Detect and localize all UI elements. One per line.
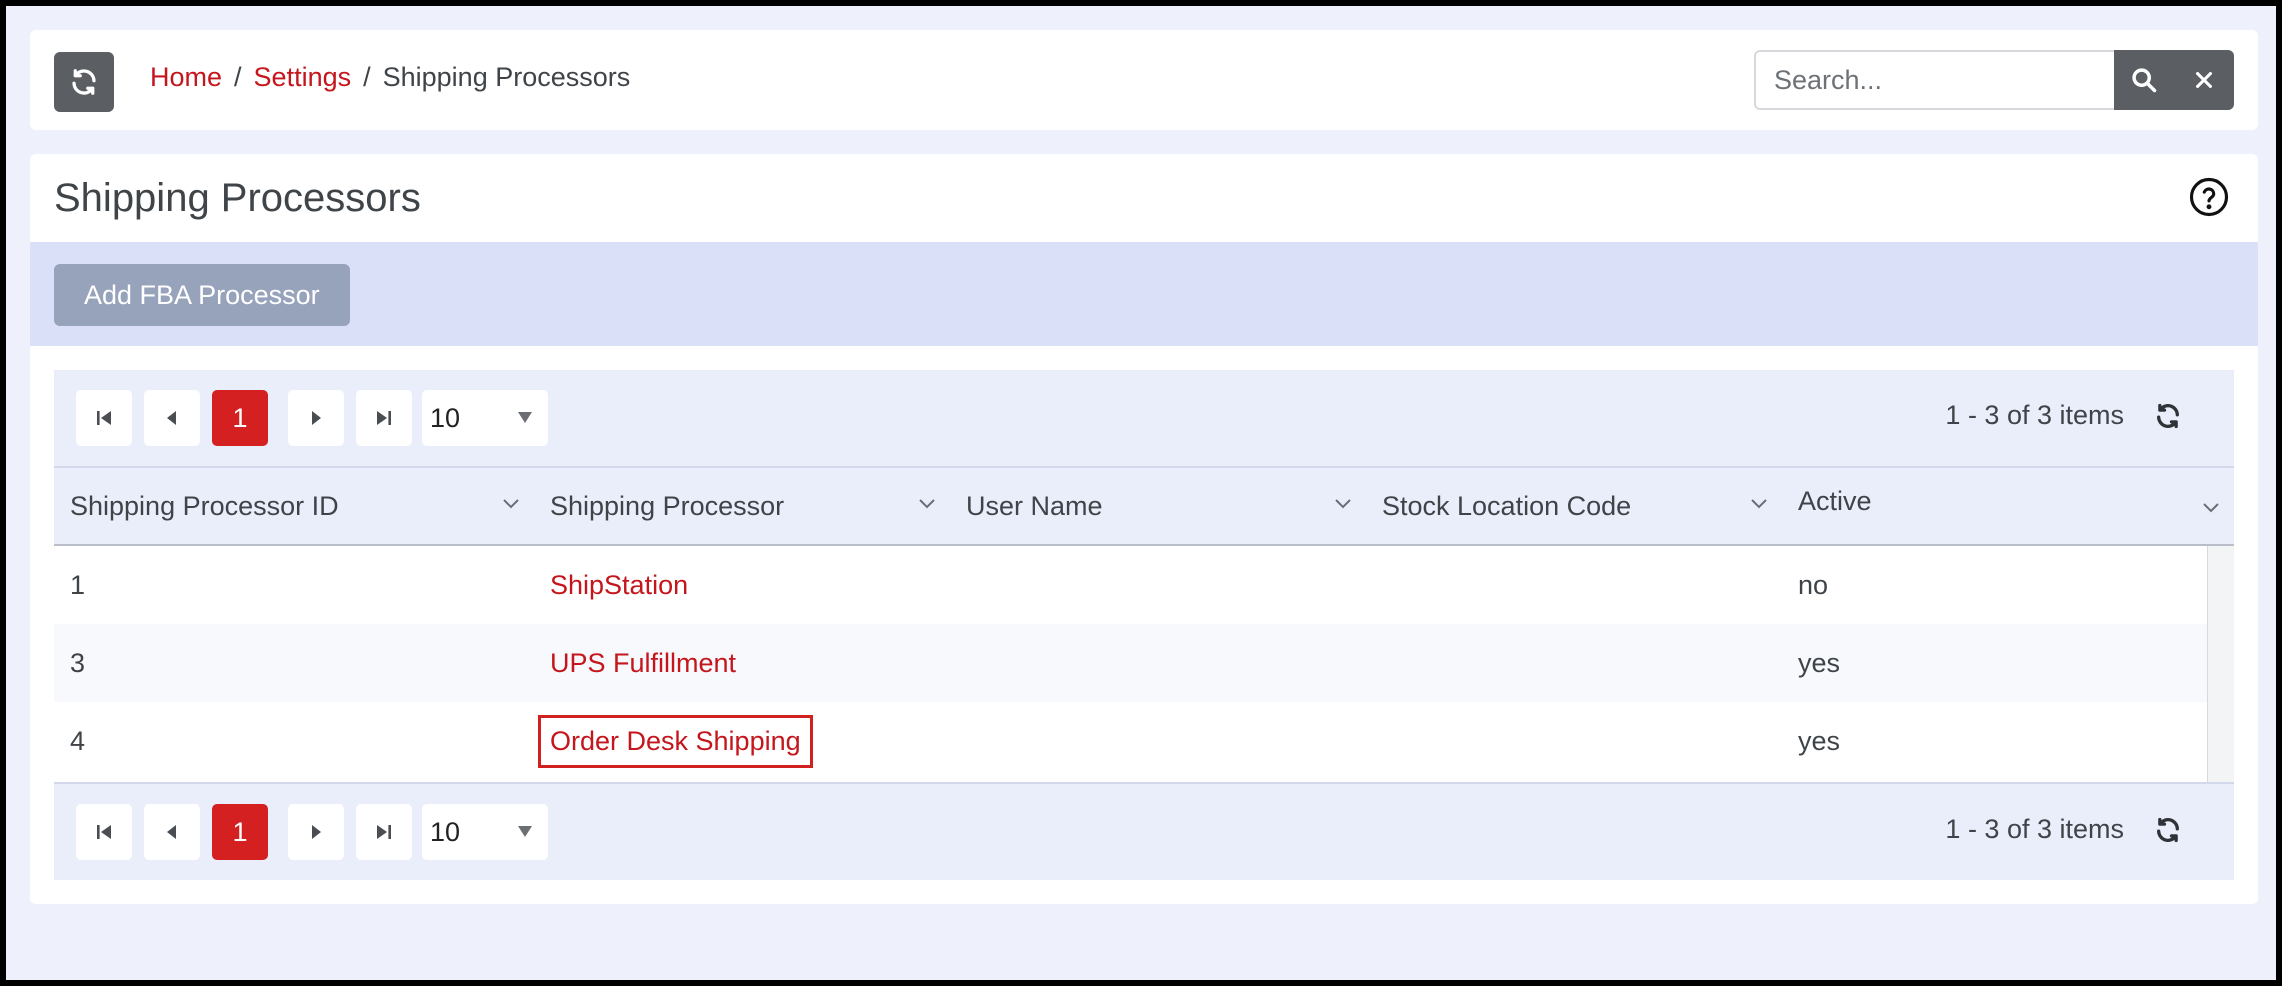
breadcrumb-separator: / [234,62,242,92]
next-page-button[interactable] [288,390,344,446]
clear-search-button[interactable] [2174,50,2234,110]
pager-refresh-button[interactable] [2154,402,2182,435]
column-label: User Name [966,490,1103,521]
first-page-button[interactable] [76,390,132,446]
cell-processor: ShipStation [550,546,688,624]
column-label: Shipping Processor [550,490,785,521]
close-icon [2196,72,2212,88]
highlight-box: Order Desk Shipping [538,714,813,768]
page-size-select[interactable]: 10 [422,804,548,860]
search-bar [1754,50,2234,110]
first-page-button[interactable] [76,804,132,860]
next-page-button[interactable] [288,804,344,860]
table-header: Shipping Processor ID Shipping Processor… [54,466,2234,546]
breadcrumb-current: Shipping Processors [382,62,631,92]
search-input[interactable] [1754,50,2114,110]
cell-active: yes [1798,725,1841,756]
pager-bottom: 1 10 1 - 3 of 3 items [54,784,2234,880]
chevron-down-icon[interactable] [2202,502,2220,514]
prev-page-icon [167,411,176,425]
page-size-value: 10 [430,816,461,847]
top-bar: Home / Settings / Shipping Processors [30,30,2258,130]
column-header-processor[interactable]: Shipping Processor [550,468,950,544]
processor-link[interactable]: ShipStation [550,570,688,601]
column-header-user-name[interactable]: User Name [966,468,1366,544]
last-page-icon [377,825,391,839]
first-page-icon [97,825,111,839]
breadcrumb-home-link[interactable]: Home [150,62,222,93]
column-label: Active [1798,486,1872,516]
search-icon [2132,68,2157,93]
breadcrumb-separator: / [363,62,371,92]
processor-link[interactable]: Order Desk Shipping [550,726,801,756]
column-label: Shipping Processor ID [70,490,339,521]
last-page-button[interactable] [356,804,412,860]
pager-top: 1 10 1 - 3 of 3 items [54,370,2234,466]
column-header-active[interactable]: Active [1798,468,2234,544]
cell-active: yes [1798,647,1841,678]
page-1-button[interactable]: 1 [212,804,268,860]
first-page-icon [97,411,111,425]
page-size-value: 10 [430,402,461,433]
page-title: Shipping Processors [54,176,421,220]
cell-processor: Order Desk Shipping [538,702,813,780]
page-size-select[interactable]: 10 [422,390,548,446]
pager-info: 1 - 3 of 3 items [1945,400,2124,430]
column-header-id[interactable]: Shipping Processor ID [70,468,534,544]
cell-id: 1 [70,569,86,600]
column-label: Stock Location Code [1382,490,1632,521]
cell-active: no [1798,569,1829,600]
table-row[interactable]: 4 Order Desk Shipping yes [54,702,2208,780]
last-page-icon [377,411,391,425]
page-1-button[interactable]: 1 [212,390,268,446]
help-icon [2189,177,2229,217]
vertical-scrollbar[interactable] [2207,546,2234,782]
caret-down-icon [518,412,532,423]
pager-refresh-button[interactable] [2154,816,2182,849]
breadcrumb-settings-link[interactable]: Settings [254,62,352,93]
chevron-down-icon[interactable] [918,498,936,510]
processor-link[interactable]: UPS Fulfillment [550,648,736,679]
pager-info: 1 - 3 of 3 items [1945,814,2124,844]
panel-header: Shipping Processors [30,154,2258,242]
processors-grid: 1 10 1 - 3 of 3 items Shipping Processor… [54,370,2234,880]
search-button[interactable] [2114,50,2174,110]
caret-down-icon [518,826,532,837]
prev-page-icon [167,825,176,839]
chevron-down-icon[interactable] [1334,498,1352,510]
refresh-icon [2157,817,2179,843]
cell-processor: UPS Fulfillment [550,624,736,702]
cell-id: 3 [70,647,86,678]
refresh-button[interactable] [54,52,114,112]
help-button[interactable] [2188,176,2230,223]
next-page-icon [312,411,321,425]
table-row[interactable]: 3 UPS Fulfillment yes [54,624,2208,702]
prev-page-button[interactable] [144,804,200,860]
next-page-icon [312,825,321,839]
main-panel: Shipping Processors Add FBA Processor 1 [30,154,2258,904]
column-header-stock-location[interactable]: Stock Location Code [1382,468,1782,544]
add-fba-processor-button[interactable]: Add FBA Processor [54,264,350,326]
toolbar: Add FBA Processor [30,242,2258,346]
table-row[interactable]: 1 ShipStation no [54,546,2208,624]
chevron-down-icon[interactable] [1750,498,1768,510]
prev-page-button[interactable] [144,390,200,446]
refresh-icon [2157,403,2179,429]
breadcrumb: Home / Settings / Shipping Processors [150,62,630,93]
last-page-button[interactable] [356,390,412,446]
table-body: 1 ShipStation no 3 UPS Fulfillment yes 4… [54,546,2234,784]
cell-id: 4 [70,725,86,756]
refresh-icon [72,69,96,95]
chevron-down-icon[interactable] [502,498,520,510]
